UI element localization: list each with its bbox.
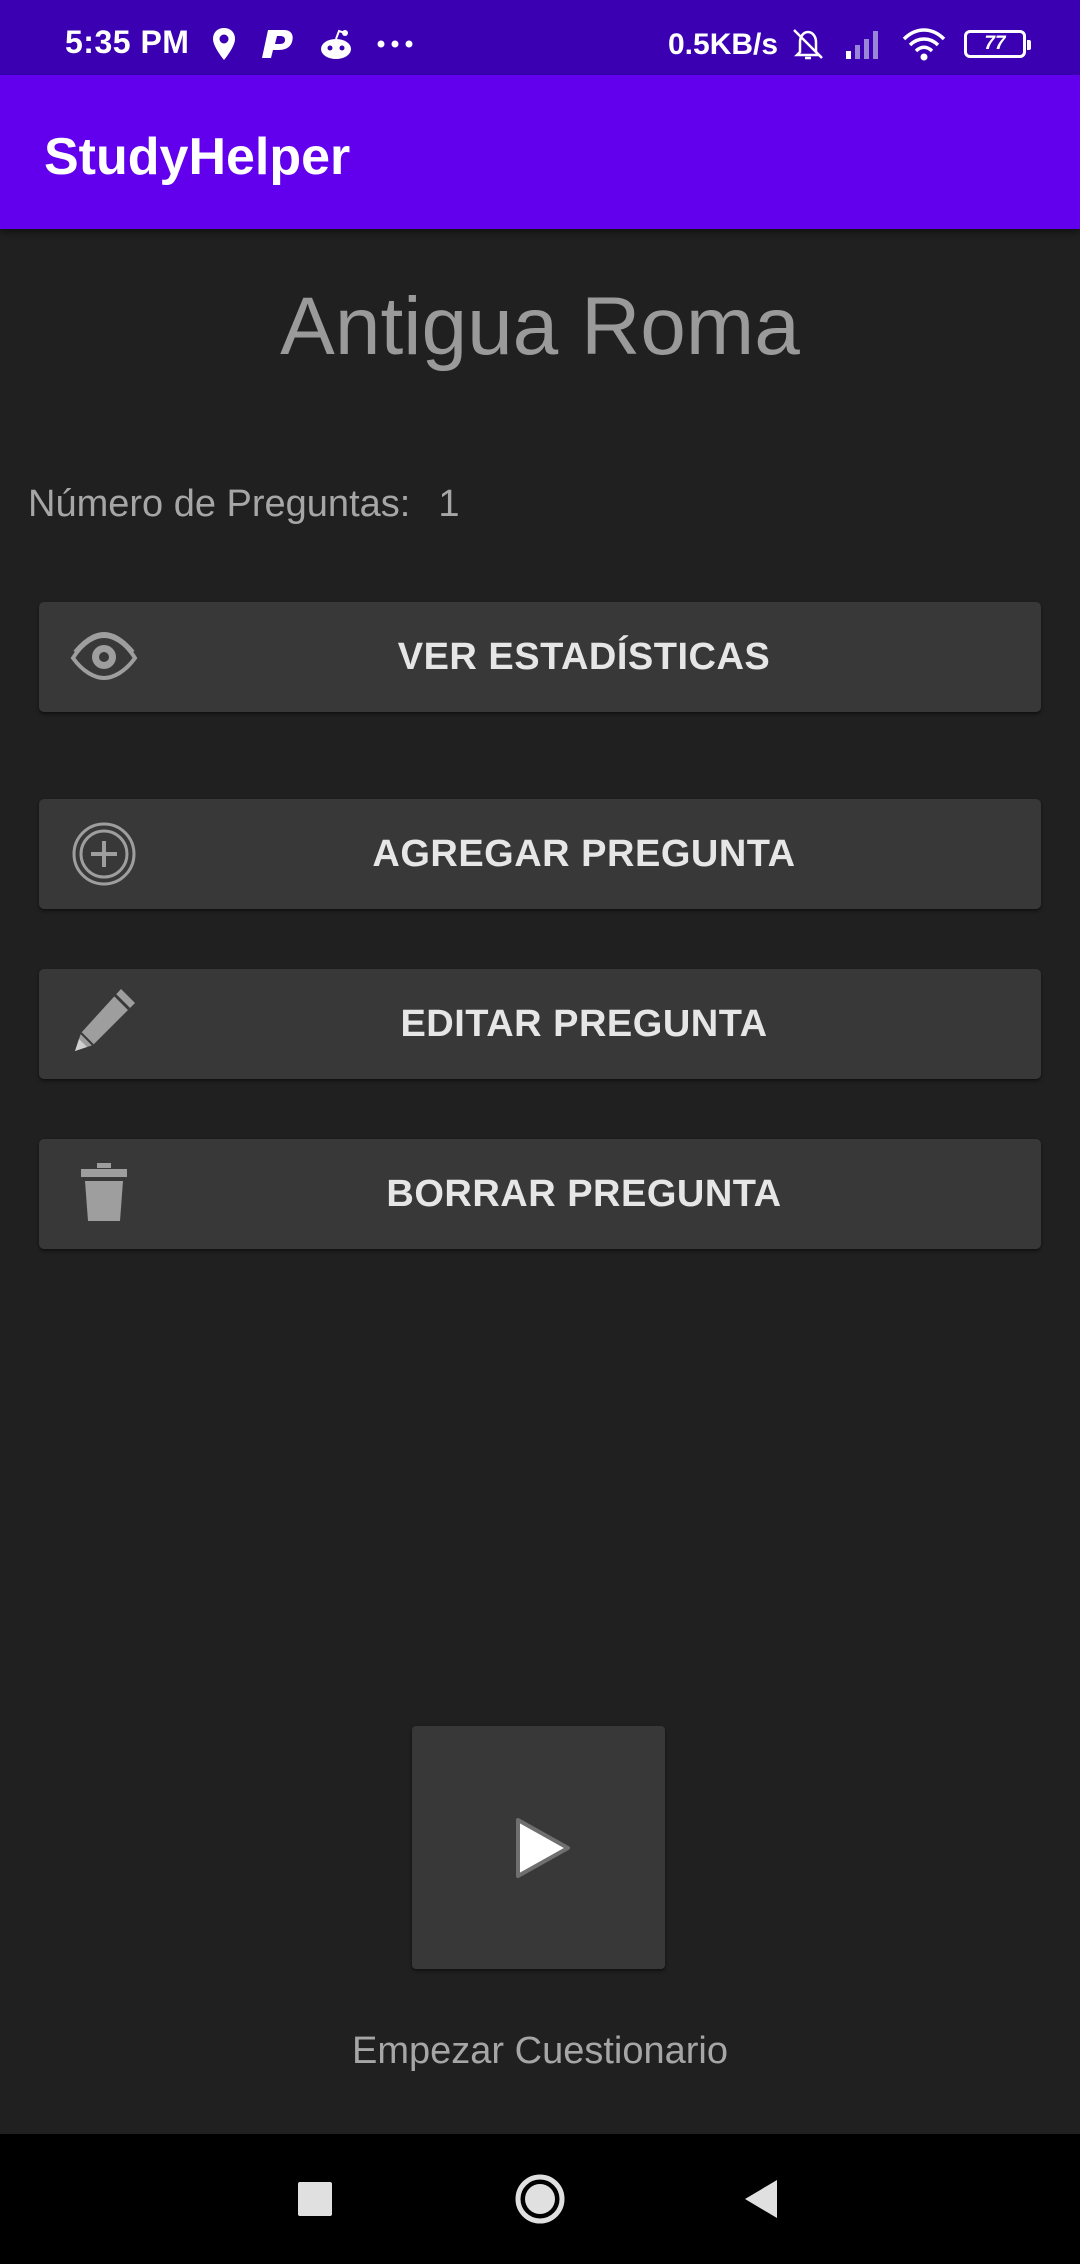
status-bar: 5:35 PM 0.5KB/s 77 [0, 0, 1080, 75]
edit-question-label: EDITAR PREGUNTA [400, 1003, 768, 1045]
back-triangle-icon[interactable] [727, 2164, 797, 2234]
start-quiz-button[interactable] [412, 1726, 665, 1969]
status-left-icons [212, 26, 414, 62]
question-count-label: Número de Preguntas: [28, 483, 411, 525]
delete-question-button[interactable]: BORRAR PREGUNTA [39, 1139, 1041, 1249]
add-question-button[interactable]: AGREGAR PREGUNTA [39, 799, 1041, 909]
view-stats-button[interactable]: VER ESTADÍSTICAS [39, 602, 1041, 712]
location-icon [213, 28, 235, 60]
signal-icon [846, 31, 878, 59]
play-icon [516, 1818, 570, 1878]
delete-question-label: BORRAR PREGUNTA [386, 1173, 782, 1215]
app-title: StudyHelper [44, 128, 351, 186]
battery-icon: 77 [964, 30, 1031, 58]
start-quiz-label: Empezar Cuestionario [352, 2030, 728, 2072]
battery-level: 77 [984, 33, 1006, 54]
wifi-icon [902, 28, 946, 61]
p-app-icon [262, 30, 293, 58]
status-right-icons: 77 [790, 24, 1031, 64]
add-question-label: AGREGAR PREGUNTA [372, 833, 796, 875]
edit-question-button[interactable]: EDITAR PREGUNTA [39, 969, 1041, 1079]
system-nav-bar [0, 2134, 1080, 2264]
recents-square-icon[interactable] [280, 2164, 350, 2234]
status-time: 5:35 PM [65, 24, 190, 60]
reddit-icon [321, 29, 351, 59]
network-speed: 0.5KB/s [668, 28, 779, 61]
app-bar: StudyHelper [0, 75, 1080, 229]
bell-muted-icon [793, 29, 823, 60]
home-circle-icon[interactable] [505, 2164, 575, 2234]
view-stats-label: VER ESTADÍSTICAS [397, 636, 771, 678]
question-count-row: Número de Preguntas: 1 [28, 483, 459, 526]
page-title: Antigua Roma [280, 281, 800, 372]
more-dots-icon [377, 40, 413, 48]
question-count-value: 1 [438, 483, 460, 525]
screen: 5:35 PM 0.5KB/s 77 StudyHelper Antigua R… [0, 0, 1080, 2264]
